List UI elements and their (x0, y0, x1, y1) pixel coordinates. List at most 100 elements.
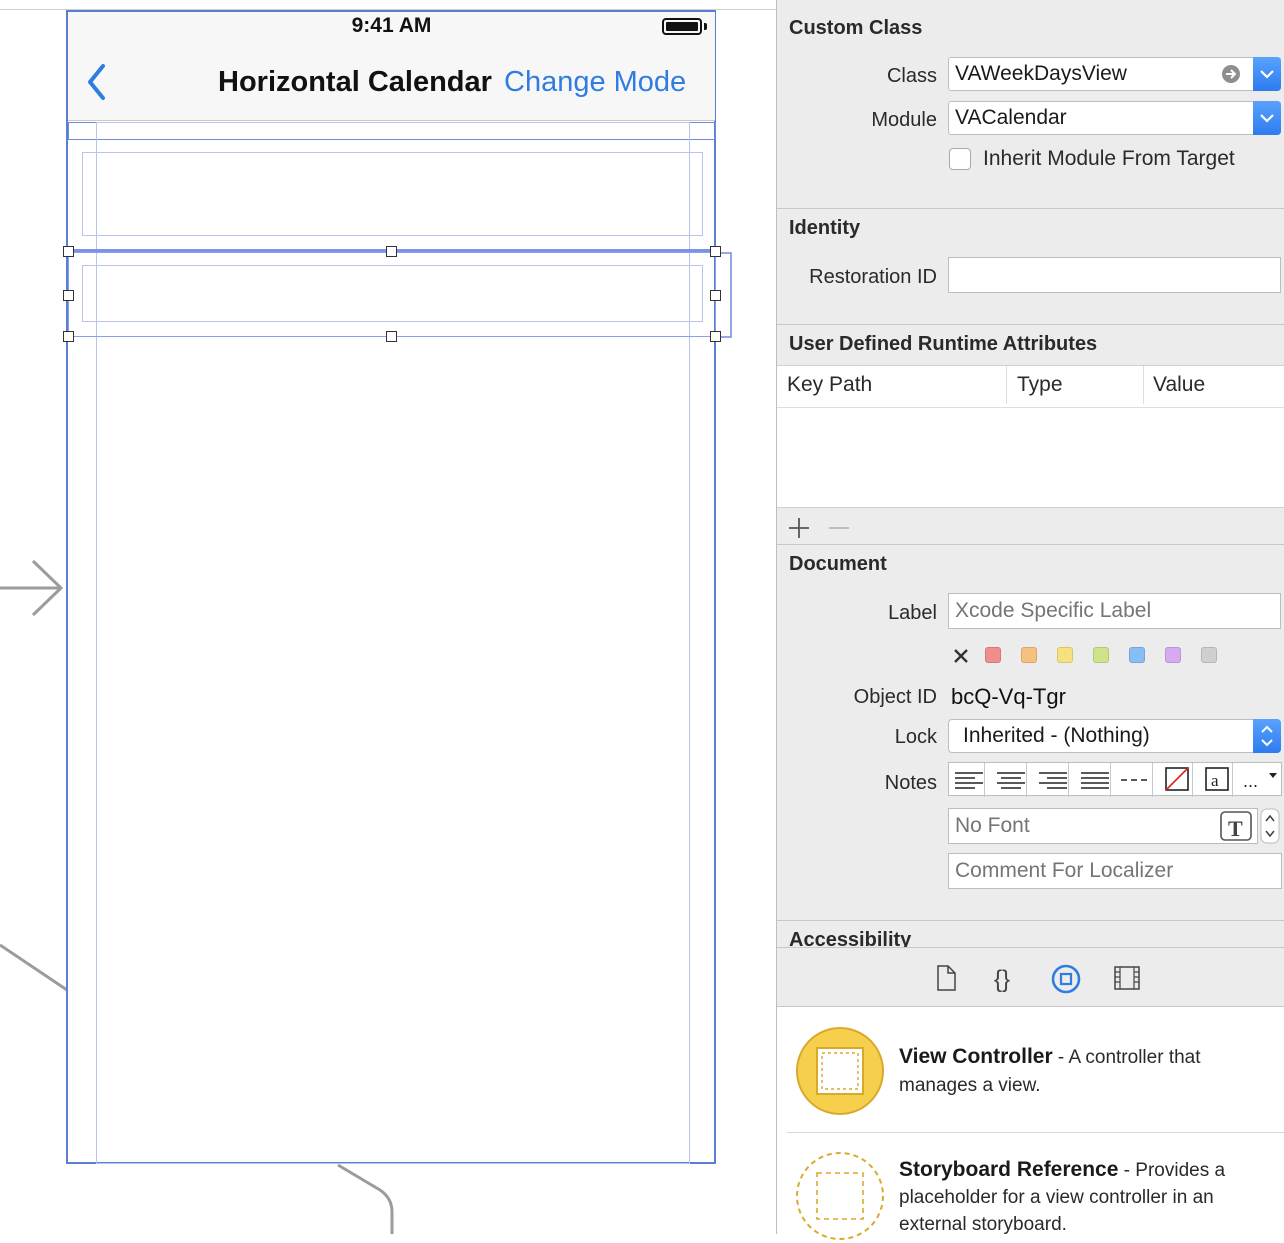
label-color-swatch[interactable] (1021, 647, 1037, 663)
chevron-down-icon (1260, 70, 1274, 79)
remove-attribute-icon[interactable] (827, 516, 851, 540)
text-color-icon[interactable]: a (1197, 763, 1233, 797)
storyboard-reference-title: Storyboard Reference (899, 1158, 1119, 1181)
label-color-swatch[interactable] (1165, 647, 1181, 663)
back-chevron-icon[interactable] (82, 62, 112, 102)
module-label: Module (871, 109, 937, 131)
class-dropdown-button[interactable] (1253, 57, 1281, 91)
svg-text:T: T (1228, 816, 1243, 841)
lock-label: Lock (894, 726, 937, 748)
table-header: Key Path Type Value (777, 366, 1284, 408)
lock-stepper-button[interactable] (1253, 719, 1281, 753)
document-label-label: Label (888, 602, 937, 624)
code-snippet-icon[interactable]: {} (992, 963, 1022, 993)
size-bracket (718, 252, 732, 338)
svg-text:a: a (1211, 771, 1219, 790)
view-controller-title: View Controller (899, 1045, 1053, 1068)
column-header-key-path[interactable]: Key Path (787, 373, 872, 397)
resize-handle[interactable] (710, 331, 721, 342)
column-header-value[interactable]: Value (1153, 373, 1205, 397)
inherit-module-checkbox[interactable] (949, 148, 971, 170)
chevron-down-icon (1260, 114, 1274, 123)
resize-handle[interactable] (710, 246, 721, 257)
change-mode-button[interactable]: Change Mode (504, 66, 686, 99)
calendar-header-view[interactable] (82, 152, 703, 236)
media-library-icon[interactable] (1113, 965, 1141, 991)
week-days-inner-guide (82, 265, 703, 322)
module-dropdown-button[interactable] (1253, 101, 1281, 135)
section-divider (777, 324, 1284, 325)
svg-text:...: ... (1243, 771, 1258, 791)
storyboard-reference-desc-3: external storyboard. (899, 1214, 1067, 1235)
object-library-icon[interactable] (1050, 963, 1082, 995)
no-color-icon[interactable] (1157, 763, 1193, 797)
module-field[interactable]: VACalendar (948, 101, 1281, 135)
up-down-chevron-icon (1261, 725, 1273, 747)
comment-for-localizer-input[interactable] (948, 853, 1282, 889)
column-header-type[interactable]: Type (1017, 373, 1063, 397)
dashed-line-icon[interactable] (1117, 763, 1153, 797)
document-title: Document (789, 553, 887, 575)
resize-handle[interactable] (63, 331, 74, 342)
align-center-icon[interactable] (991, 763, 1027, 797)
document-label-input[interactable] (948, 593, 1281, 629)
font-picker-icon[interactable]: T (1219, 810, 1253, 842)
resize-handle[interactable] (386, 246, 397, 257)
resize-handle[interactable] (63, 246, 74, 257)
section-divider (777, 208, 1284, 209)
list-item-view-controller[interactable]: View Controller - A controller that mana… (777, 1007, 1284, 1133)
font-size-stepper-icon[interactable] (1260, 808, 1280, 844)
object-id-value: bcQ-Vq-Tgr (951, 684, 1066, 709)
storyboard-reference-desc: - Provides a (1118, 1160, 1226, 1181)
battery-icon (662, 18, 702, 35)
object-library-list[interactable]: View Controller - A controller that mana… (777, 1007, 1284, 1240)
restoration-id-label: Restoration ID (809, 266, 937, 288)
module-value: VACalendar (955, 106, 1067, 129)
clear-color-icon[interactable] (951, 646, 971, 666)
battery-tip (704, 23, 707, 30)
label-color-swatch[interactable] (1201, 647, 1217, 663)
accessibility-section-clip: Accessibility (777, 921, 1284, 947)
svg-text:{}: {} (994, 966, 1010, 993)
align-right-icon[interactable] (1033, 763, 1069, 797)
runtime-attributes-table[interactable]: Key Path Type Value (777, 365, 1284, 508)
list-item-storyboard-reference[interactable]: Storyboard Reference - Provides a placeh… (777, 1133, 1284, 1243)
navigation-bar: 9:41 AM Horizontal Calendar Change Mode (68, 12, 715, 121)
view-controller-desc-2: manages a view. (899, 1075, 1041, 1096)
status-time: 9:41 AM (351, 14, 432, 37)
segue-line (0, 943, 68, 992)
more-options-icon[interactable]: ... (1237, 763, 1281, 795)
align-justify-icon[interactable] (1075, 763, 1111, 797)
label-color-swatch[interactable] (1057, 647, 1073, 663)
file-template-icon[interactable] (935, 965, 957, 991)
label-color-swatch[interactable] (1129, 647, 1145, 663)
resize-handle[interactable] (386, 331, 397, 342)
view-controller-desc: - A controller that (1052, 1047, 1201, 1068)
segue-line (337, 1163, 394, 1234)
notes-format-bar: a ... (948, 762, 1282, 797)
accessibility-title: Accessibility (789, 929, 912, 947)
library-tab-bar: {} (777, 947, 1284, 1007)
initial-scene-arrow-icon (0, 559, 64, 617)
font-field[interactable] (948, 808, 1258, 844)
identity-title: Identity (789, 217, 861, 239)
align-left-icon[interactable] (949, 763, 985, 797)
resize-handle[interactable] (710, 290, 721, 301)
view-controller-icon (796, 1027, 884, 1115)
add-attribute-icon[interactable] (787, 516, 811, 540)
storyboard-canvas[interactable]: 9:41 AM Horizontal Calendar Change Mode (0, 0, 776, 1234)
resize-handle[interactable] (63, 290, 74, 301)
class-label: Class (886, 65, 937, 87)
custom-class-title: Custom Class (789, 17, 923, 39)
label-color-swatch[interactable] (985, 647, 1001, 663)
identity-inspector: Custom Class Class VAWeekDaysView Module… (776, 0, 1284, 1240)
navigate-arrow-icon[interactable] (1220, 63, 1242, 85)
label-color-swatch[interactable] (1093, 647, 1109, 663)
notes-label: Notes (884, 772, 937, 794)
lock-popup-button[interactable]: Inherited - (Nothing) (948, 719, 1281, 753)
restoration-id-input[interactable] (948, 257, 1281, 293)
lock-value: Inherited - (Nothing) (963, 724, 1150, 747)
section-divider (777, 544, 1284, 545)
storyboard-reference-desc-2: placeholder for a view controller in an (899, 1187, 1214, 1208)
inherit-module-label: Inherit Module From Target (983, 147, 1235, 170)
